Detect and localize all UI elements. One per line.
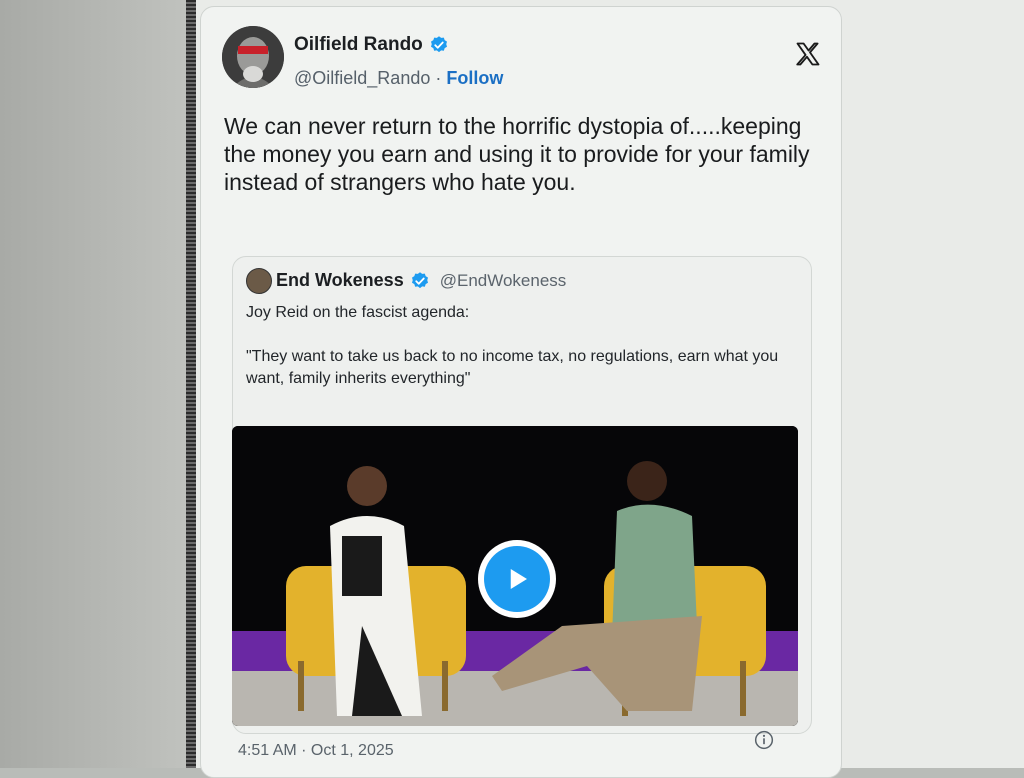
quoted-text-line1: Joy Reid on the fascist agenda: xyxy=(246,304,470,321)
quoted-author-handle[interactable]: @EndWokeness xyxy=(440,271,567,291)
x-logo-icon[interactable] xyxy=(794,40,822,68)
quoted-tweet-text: Joy Reid on the fascist agenda: "They wa… xyxy=(246,302,802,390)
verified-badge-icon xyxy=(430,36,447,53)
author-handle-row: @Oilfield_Rando · Follow xyxy=(294,68,503,89)
verified-badge-icon xyxy=(411,271,428,288)
quoted-author-row: End Wokeness @EndWokeness xyxy=(276,270,566,291)
quoted-text-line2: "They want to take us back to no income … xyxy=(246,348,779,387)
author-name[interactable]: Oilfield Rando xyxy=(294,34,423,56)
play-icon xyxy=(510,569,527,589)
info-icon[interactable] xyxy=(754,730,774,750)
author-handle[interactable]: @Oilfield_Rando xyxy=(294,68,430,88)
author-name-row: Oilfield Rando xyxy=(294,34,449,56)
quoted-author-name[interactable]: End Wokeness xyxy=(276,270,404,291)
avatar-image xyxy=(222,26,284,88)
author-avatar[interactable] xyxy=(222,26,284,88)
monitor-bezel xyxy=(186,0,196,768)
play-button-circle xyxy=(484,546,550,612)
tweet-text: We can never return to the horrific dyst… xyxy=(224,113,810,195)
tweet-timestamp[interactable]: 4:51 AM · Oct 1, 2025 xyxy=(238,742,394,760)
quoted-author-avatar[interactable] xyxy=(246,268,272,294)
follow-button[interactable]: Follow xyxy=(446,68,503,88)
background-surface xyxy=(0,0,186,768)
play-button[interactable] xyxy=(478,540,556,618)
separator-dot: · xyxy=(435,68,442,88)
